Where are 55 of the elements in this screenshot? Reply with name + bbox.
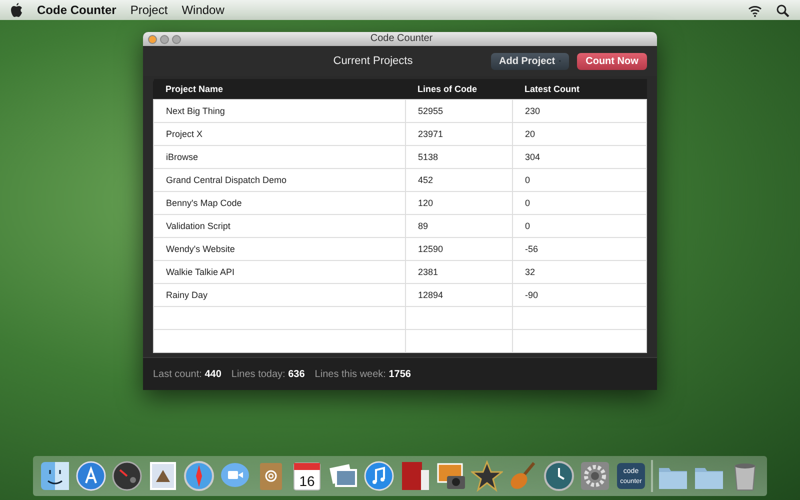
add-project-button[interactable]: Add Project xyxy=(491,52,569,70)
app-menu[interactable]: Code Counter xyxy=(37,3,116,17)
music-note-circle-icon[interactable] xyxy=(363,460,395,492)
table-cell: Wendy's Website xyxy=(154,238,406,260)
table-cell: 32 xyxy=(512,260,646,284)
table-cell: Next Big Thing xyxy=(154,100,406,122)
table-cell: Project X xyxy=(154,122,406,146)
table-cell: Benny's Map Code xyxy=(154,192,406,214)
apple-logo-icon[interactable] xyxy=(10,3,23,17)
table-cell: 12590 xyxy=(406,238,512,260)
table-cell: Grand Central Dispatch Demo xyxy=(154,168,406,192)
table-cell: 89 xyxy=(406,214,512,238)
menu-item[interactable]: Project xyxy=(130,3,168,17)
table-cell: 2381 xyxy=(406,260,512,284)
menu-item[interactable]: Window xyxy=(182,3,224,17)
column-header[interactable]: Project Name xyxy=(154,79,406,100)
table-cell: 0 xyxy=(512,192,646,214)
table-cell: 20 xyxy=(512,122,646,146)
minimize-button[interactable] xyxy=(160,34,169,44)
zoom-button[interactable] xyxy=(172,34,181,44)
window-title: Code Counter xyxy=(369,32,434,46)
close-button[interactable] xyxy=(148,34,157,44)
table-cell: 0 xyxy=(512,168,646,192)
table-cell: 12894 xyxy=(406,284,512,306)
letter-a-circle-icon[interactable] xyxy=(75,460,107,492)
status-text: Lines this week: 1756 xyxy=(314,368,411,380)
stamp-icon[interactable] xyxy=(147,460,179,492)
table-cell: Validation Script xyxy=(154,214,406,238)
table-cell: 304 xyxy=(512,146,646,168)
table-cell: iBrowse xyxy=(154,146,406,168)
section-heading: Current Projects xyxy=(332,55,414,67)
table-cell: 120 xyxy=(406,192,512,214)
status-text: Last count: 440 xyxy=(153,368,222,380)
clock-icon[interactable] xyxy=(543,460,575,492)
table-cell: 230 xyxy=(512,100,646,122)
wifi-icon[interactable] xyxy=(748,4,762,16)
gear-icon[interactable] xyxy=(579,460,611,492)
table-cell: 23971 xyxy=(406,122,512,146)
table-cell: 0 xyxy=(512,214,646,238)
column-header[interactable]: Latest Count xyxy=(512,79,646,100)
table-cell: -90 xyxy=(512,284,646,306)
table-cell: Walkie Talkie API xyxy=(154,260,406,284)
table-cell: Rainy Day xyxy=(154,284,406,306)
gauge-icon[interactable] xyxy=(111,460,143,492)
table-cell: 52955 xyxy=(406,100,512,122)
search-icon[interactable] xyxy=(776,4,790,16)
calendar-icon[interactable]: 16 xyxy=(291,460,323,492)
finder-face-icon[interactable] xyxy=(39,460,71,492)
star-icon[interactable] xyxy=(471,460,503,492)
table-cell: 5138 xyxy=(406,146,512,168)
table-cell: 452 xyxy=(406,168,512,192)
status-text: Lines today: 636 xyxy=(231,368,305,380)
count-now-button[interactable]: Count Now xyxy=(577,52,647,70)
compass-icon[interactable] xyxy=(183,460,215,492)
table-cell: -56 xyxy=(512,238,646,260)
